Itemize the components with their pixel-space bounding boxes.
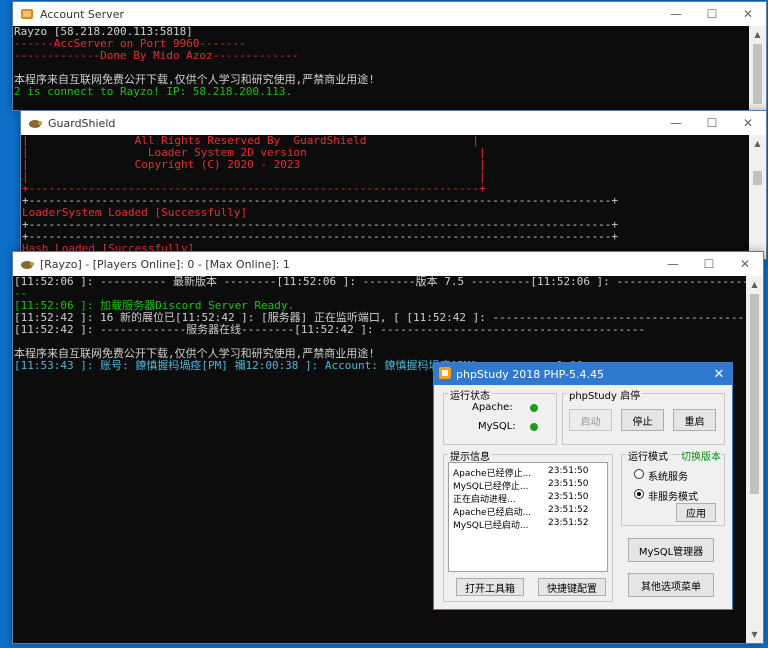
guardshield-titlebar[interactable]: GuardShield — ☐ ✕ — [21, 111, 766, 135]
stop-button[interactable]: 停止 — [621, 409, 664, 431]
window-title: GuardShield — [48, 116, 116, 130]
group-label: phpStudy 启停 — [567, 387, 643, 402]
console-line: [11:52:06 ]: ---------- 最新版本 --------[11… — [14, 276, 746, 288]
mode-group: 运行模式 切换版本 系统服务 非服务模式 应用 — [621, 448, 725, 526]
minimize-button[interactable]: — — [655, 257, 691, 271]
mysql-manager-button[interactable]: MySQL管理器 — [628, 538, 714, 562]
close-button[interactable]: ✕ — [730, 7, 766, 21]
account-server-window: Account Server — ☐ ✕ Rayzo [58.218.200.1… — [12, 1, 767, 111]
log-row: MySQL已经停止... 23:51:50 — [453, 479, 603, 492]
shortcut-config-button[interactable]: 快捷键配置 — [538, 578, 606, 596]
restart-button[interactable]: 重启 — [673, 409, 716, 431]
account-server-titlebar[interactable]: Account Server — ☐ ✕ — [13, 2, 766, 26]
scroll-thumb[interactable] — [753, 171, 762, 185]
console-line: 2 is connect to Rayzo! IP: 58.218.200.11… — [14, 85, 293, 98]
group-label: 提示信息 — [448, 448, 492, 463]
system-service-radio[interactable] — [634, 469, 644, 479]
log-row: 正在启动进程... 23:51:50 — [453, 492, 603, 505]
log-time: 23:51:50 — [548, 479, 589, 489]
open-toolbox-button[interactable]: 打开工具箱 — [456, 578, 524, 596]
turtle-icon — [20, 257, 34, 271]
scroll-up-icon[interactable]: ▲ — [749, 26, 766, 43]
maximize-button[interactable]: ☐ — [694, 7, 730, 21]
log-message: 正在启动进程... — [453, 495, 516, 505]
phpstudy-dialog: phpStudy 2018 PHP-5.4.45 ✕ 运行状态 Apache: … — [433, 362, 733, 610]
log-time: 23:51:52 — [548, 505, 589, 515]
log-message: Apache已经启动... — [453, 508, 532, 518]
apache-status-dot — [530, 404, 538, 412]
console-line: -------------Done By Mido Azoz----------… — [14, 49, 299, 62]
log-time: 23:51:50 — [548, 466, 589, 476]
close-button[interactable]: ✕ — [727, 257, 763, 271]
system-service-label: 系统服务 — [648, 472, 688, 483]
scroll-thumb[interactable] — [750, 294, 759, 494]
non-service-radio[interactable] — [634, 489, 644, 499]
log-message: Apache已经停止... — [453, 469, 532, 479]
log-message: MySQL已经启动... — [453, 521, 529, 531]
rayzo-titlebar[interactable]: [Rayzo] - [Players Online]: 0 - [Max Onl… — [13, 252, 763, 276]
window-title: [Rayzo] - [Players Online]: 0 - [Max Onl… — [40, 257, 290, 271]
window-title: Account Server — [40, 7, 124, 21]
close-button[interactable]: ✕ — [730, 116, 766, 130]
switch-version-link[interactable]: 切换版本 — [680, 448, 722, 463]
log-list[interactable]: Apache已经停止... 23:51:50 MySQL已经停止... 23:51:5… — [448, 462, 608, 572]
log-row: MySQL已经启动... 23:51:52 — [453, 518, 603, 531]
vertical-scrollbar[interactable]: ▲ — [749, 135, 766, 259]
start-button[interactable]: 启动 — [569, 409, 612, 431]
turtle-icon — [28, 116, 42, 130]
guardshield-window: GuardShield — ☐ ✕ | All Rights Reserved … — [20, 110, 767, 260]
non-service-label: 非服务模式 — [648, 492, 698, 503]
close-button[interactable]: ✕ — [706, 367, 732, 382]
phpstudy-titlebar[interactable]: phpStudy 2018 PHP-5.4.45 ✕ — [434, 363, 732, 385]
scroll-down-icon[interactable]: ▼ — [746, 626, 763, 643]
other-options-button[interactable]: 其他选项菜单 — [628, 573, 714, 597]
maximize-button[interactable]: ☐ — [691, 257, 727, 271]
phpstudy-logo-icon — [438, 366, 452, 383]
console-line: [11:52:42 ]: -------------服务器在线--------[… — [14, 323, 646, 336]
console-output: Rayzo [58.218.200.113:5818] ------AccServ… — [13, 26, 749, 110]
group-label: 运行状态 — [448, 387, 492, 402]
app-icon — [20, 7, 34, 21]
console-output: | All Rights Reserved By GuardShield | | … — [21, 135, 749, 259]
log-row: Apache已经启动... 23:51:52 — [453, 505, 603, 518]
log-message: MySQL已经停止... — [453, 482, 529, 492]
log-row: Apache已经停止... 23:51:50 — [453, 466, 603, 479]
scroll-thumb[interactable] — [753, 44, 762, 104]
vertical-scrollbar[interactable]: ▲ — [749, 26, 766, 110]
group-label: 运行模式 — [626, 448, 670, 463]
info-group: 提示信息 Apache已经停止... 23:51:50 MySQL已经停止... 23… — [443, 448, 613, 602]
minimize-button[interactable]: — — [658, 7, 694, 21]
vertical-scrollbar[interactable]: ▲ ▼ — [746, 276, 763, 643]
minimize-button[interactable]: — — [658, 116, 694, 130]
control-group: phpStudy 启停 启动 停止 重启 — [562, 387, 725, 445]
scroll-up-icon[interactable]: ▲ — [749, 135, 766, 152]
mysql-label: MySQL: — [478, 421, 516, 432]
apache-label: Apache: — [472, 402, 513, 413]
log-time: 23:51:52 — [548, 518, 589, 528]
log-time: 23:51:50 — [548, 492, 589, 502]
status-group: 运行状态 Apache: MySQL: — [443, 387, 557, 445]
dialog-title: phpStudy 2018 PHP-5.4.45 — [456, 367, 604, 381]
mysql-status-dot — [530, 423, 538, 431]
apply-button[interactable]: 应用 — [676, 503, 716, 522]
maximize-button[interactable]: ☐ — [694, 116, 730, 130]
scroll-up-icon[interactable]: ▲ — [746, 276, 763, 293]
